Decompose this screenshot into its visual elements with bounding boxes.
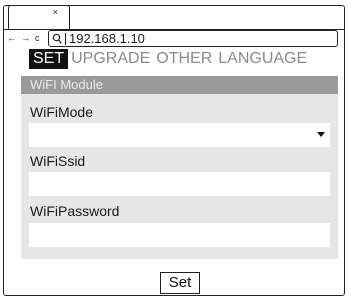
menu-item-other[interactable]: OTHER — [153, 49, 215, 69]
text-cursor — [65, 32, 66, 45]
menu-item-upgrade[interactable]: UPGRADE — [68, 49, 153, 69]
main-menu: SET UPGRADE OTHER LANGUAGE — [29, 49, 310, 69]
back-arrow-icon[interactable]: ← — [7, 31, 16, 45]
set-button[interactable]: Set — [160, 272, 200, 294]
wifi-mode-label: WiFiMode — [30, 104, 94, 120]
wifi-mode-select[interactable] — [29, 123, 330, 147]
wifi-module-panel: WiFI Module WiFiMode WiFiSsid WiFiPasswo… — [21, 76, 338, 259]
wifi-ssid-label: WiFiSsid — [30, 153, 86, 169]
reload-icon[interactable]: c — [35, 31, 40, 45]
menu-item-set[interactable]: SET — [29, 49, 69, 69]
close-tab-icon[interactable]: × — [53, 7, 58, 17]
menu-item-language[interactable]: LANGUAGE — [215, 49, 310, 69]
browser-nav: ← → c — [7, 31, 40, 45]
wifi-password-input[interactable] — [29, 223, 330, 247]
url-text[interactable]: 192.168.1.10 — [69, 31, 145, 46]
chevron-down-icon — [317, 132, 325, 137]
panel-header: WiFI Module — [21, 76, 338, 94]
address-bar[interactable]: 192.168.1.10 — [48, 30, 338, 47]
wifi-ssid-input[interactable] — [29, 172, 330, 196]
forward-arrow-icon[interactable]: → — [21, 31, 30, 45]
wifi-password-label: WiFiPassword — [30, 203, 120, 219]
search-icon — [52, 33, 62, 44]
browser-tab[interactable]: × — [8, 5, 70, 29]
